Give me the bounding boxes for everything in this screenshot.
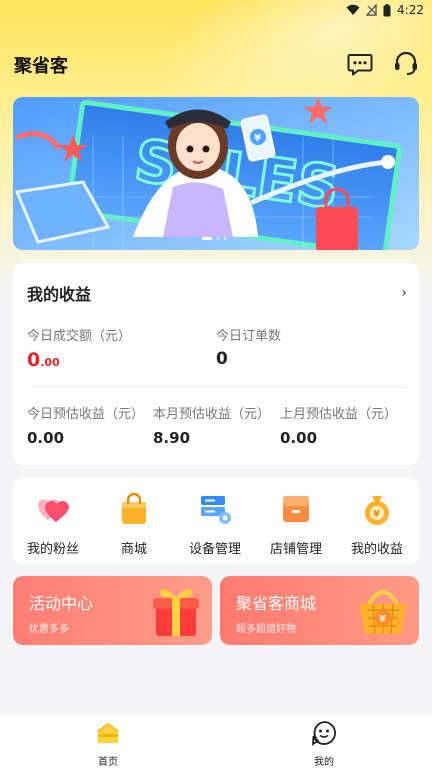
menu-label: 我的收益 [350, 542, 403, 557]
headset-icon [395, 51, 417, 75]
divider [27, 387, 407, 388]
battery-icon [383, 3, 391, 16]
menu-item-device-management[interactable]: 设备管理 [175, 492, 255, 557]
earnings-title: 我的收益 [27, 285, 92, 304]
earnings-card: 我的收益 › 今日成交额（元） 0.00 今日订单数 0 今日预估收益（元） 0… [13, 263, 419, 465]
menu-label: 我的粉丝 [26, 542, 79, 557]
status-bar: 4:22 [0, 0, 432, 22]
month-estimated-label: 本月预估收益（元） [153, 407, 271, 422]
svg-text:¥: ¥ [373, 509, 380, 520]
today-volume-label: 今日成交额（元） [27, 329, 132, 344]
today-orders-value: 0 [216, 349, 228, 369]
message-button[interactable] [346, 50, 374, 78]
quick-menu: 我的粉丝 商城 设备管理 店铺管理 ¥ 我的收益 [13, 478, 419, 564]
profile-icon [311, 721, 336, 746]
today-orders-label: 今日订单数 [216, 329, 282, 344]
menu-item-store-management[interactable]: 店铺管理 [256, 492, 336, 557]
today-volume-value: 0.00 [27, 349, 60, 371]
menu-item-my-fans[interactable]: 我的粉丝 [13, 492, 93, 557]
shopping-bag-icon [122, 492, 146, 524]
nav-label: 我的 [314, 757, 334, 768]
promo-title: 聚省客商城 [236, 594, 317, 613]
heart-icon [38, 499, 69, 522]
svg-text:¥: ¥ [379, 614, 386, 625]
money-bag-icon: ¥ [365, 496, 389, 525]
gift-box-icon [153, 589, 199, 636]
menu-label: 店铺管理 [269, 542, 322, 557]
chevron-right-icon[interactable]: › [401, 285, 407, 301]
today-estimated-value: 0.00 [27, 429, 65, 447]
message-icon [347, 54, 373, 76]
app-title: 聚省客 [14, 56, 68, 77]
menu-label: 商城 [120, 542, 147, 557]
signal-off-icon [366, 4, 377, 16]
home-icon [97, 723, 119, 743]
customer-service-button[interactable] [392, 50, 420, 78]
promo-title: 活动中心 [29, 594, 94, 613]
menu-label: 设备管理 [188, 542, 241, 557]
banner-illustration: SALES ¥ [13, 97, 419, 250]
mall-card[interactable]: 聚省客商城 超多超值好物 ¥ [220, 576, 419, 645]
device-icon [201, 496, 231, 524]
promo-banner[interactable]: SALES ¥ [13, 97, 419, 250]
today-estimated-label: 今日预估收益（元） [27, 407, 145, 422]
wifi-icon [346, 4, 360, 15]
menu-item-mall[interactable]: 商城 [94, 492, 174, 557]
svg-text:¥: ¥ [254, 133, 261, 144]
status-time: 4:22 [397, 3, 424, 17]
last-month-estimated-value: 0.00 [280, 429, 318, 447]
activity-center-card[interactable]: 活动中心 优惠多多 [13, 576, 212, 645]
nav-label: 首页 [98, 757, 118, 768]
month-estimated-value: 8.90 [153, 429, 191, 447]
bottom-nav: 首页 我的 [0, 713, 432, 768]
last-month-estimated-label: 上月预估收益（元） [280, 407, 398, 422]
app-header: 聚省客 [0, 44, 432, 84]
nav-home[interactable]: 首页 [78, 720, 138, 768]
promo-subtitle: 超多超值好物 [236, 624, 296, 635]
store-icon [283, 496, 309, 522]
menu-item-my-earnings[interactable]: ¥ 我的收益 [337, 492, 417, 557]
shopping-basket-icon: ¥ [359, 590, 407, 635]
nav-mine[interactable]: 我的 [294, 720, 354, 768]
promo-subtitle: 优惠多多 [29, 624, 69, 635]
